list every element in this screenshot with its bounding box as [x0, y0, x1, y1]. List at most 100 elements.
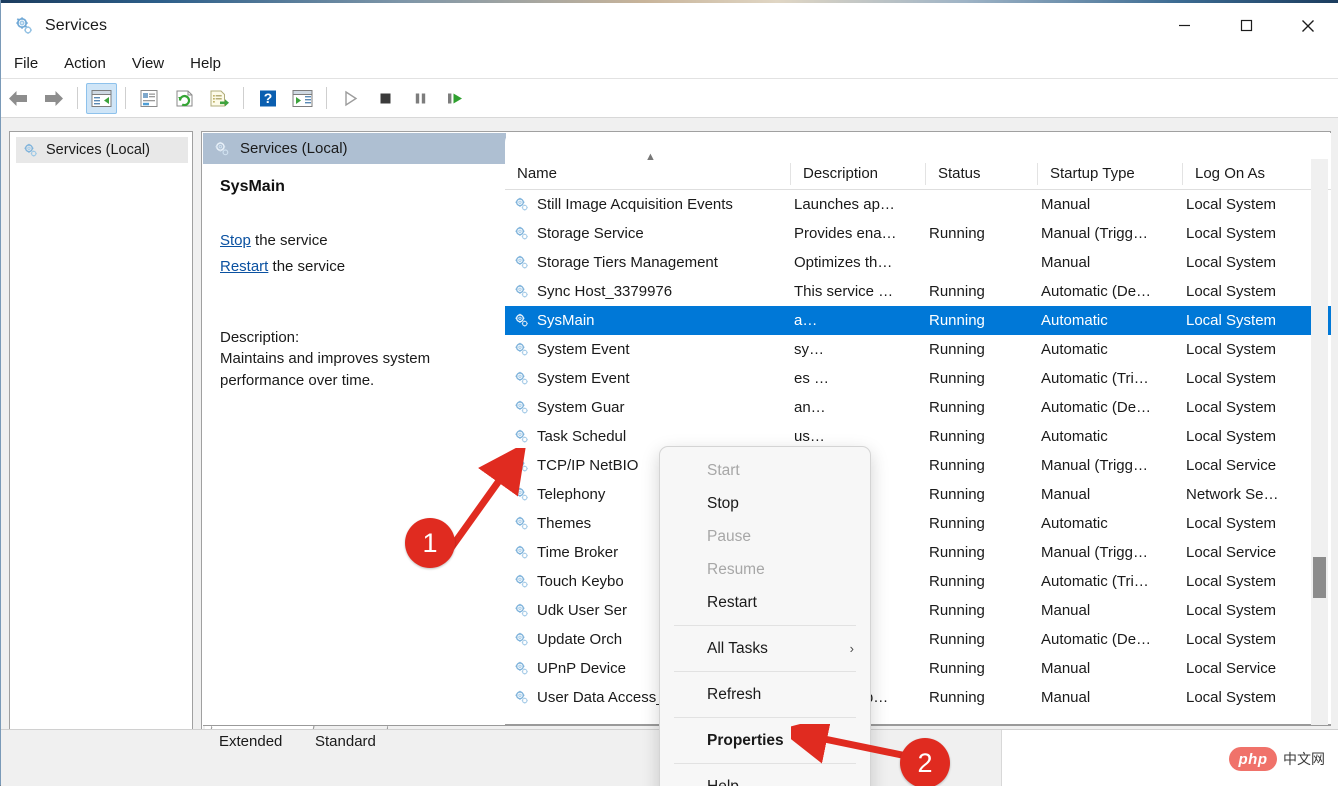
cell-log-on-as: Local System [1182, 196, 1322, 213]
column-header-status[interactable]: Status [925, 163, 1037, 185]
application-window: Services File Action View Help [0, 0, 1338, 786]
menu-help[interactable]: Help [177, 52, 234, 75]
services-gear-icon [22, 142, 39, 159]
context-menu-item-restart[interactable]: Restart [660, 586, 870, 619]
restart-service-button[interactable] [440, 83, 471, 114]
stop-service-link[interactable]: Stop [220, 232, 251, 249]
column-header-name-label: Name [517, 165, 557, 182]
show-action-pane-button[interactable] [287, 83, 318, 114]
table-row[interactable]: Time Brokeres …RunningManual (Trigg…Loca… [505, 538, 1331, 567]
table-row[interactable]: Update OrchWi…RunningAutomatic (De…Local… [505, 625, 1331, 654]
cell-status: Running [925, 544, 1037, 561]
context-menu-item-help[interactable]: Help [660, 770, 870, 786]
cell-name: Storage Service [505, 225, 790, 242]
cell-log-on-as: Local System [1182, 312, 1322, 329]
vertical-scrollbar[interactable] [1311, 159, 1328, 725]
cell-name-label: Sync Host_3379976 [537, 283, 672, 300]
cell-description: a… [790, 312, 925, 329]
table-row[interactable]: Udk User Seroo…RunningManualLocal System [505, 596, 1331, 625]
cell-name: Still Image Acquisition Events [505, 196, 790, 213]
cell-name: Task Schedul [505, 428, 790, 445]
column-header-name[interactable]: Name ▲ [505, 163, 790, 185]
table-row[interactable]: System Guaran…RunningAutomatic (De…Local… [505, 393, 1331, 422]
cell-log-on-as: Local System [1182, 341, 1322, 358]
column-header-logon[interactable]: Log On As [1182, 163, 1322, 185]
services-gear-icon [213, 140, 231, 158]
table-row[interactable]: User Data Access_3379976Provides ap…Runn… [505, 683, 1331, 712]
cell-startup-type: Manual [1037, 196, 1182, 213]
restart-service-link[interactable]: Restart [220, 258, 268, 275]
table-row[interactable]: System Eventes …RunningAutomatic (Tri…Lo… [505, 364, 1331, 393]
refresh-button[interactable] [169, 83, 200, 114]
table-row[interactable]: Themesse…RunningAutomaticLocal System [505, 509, 1331, 538]
table-row[interactable]: System Eventsy…RunningAutomaticLocal Sys… [505, 335, 1331, 364]
cell-name: Storage Tiers Management [505, 254, 790, 271]
table-row[interactable]: TCP/IP NetBIOup…RunningManual (Trigg…Loc… [505, 451, 1331, 480]
context-menu-item-label: Start [707, 462, 740, 480]
table-row[interactable]: Storage ServiceProvides ena…RunningManua… [505, 219, 1331, 248]
context-menu-separator [674, 717, 856, 718]
show-hide-console-tree-button[interactable] [86, 83, 117, 114]
context-menu-item-all-tasks[interactable]: All Tasks› [660, 632, 870, 665]
tab-extended-label: Extended [219, 733, 282, 750]
service-context-menu[interactable]: StartStopPauseResumeRestartAll Tasks›Ref… [659, 446, 871, 786]
menu-action[interactable]: Action [51, 52, 119, 75]
services-gear-icon [513, 457, 530, 474]
services-gear-icon [513, 283, 530, 300]
table-row[interactable]: Still Image Acquisition EventsLaunches a… [505, 190, 1331, 219]
close-button[interactable] [1277, 3, 1338, 48]
export-list-button[interactable] [204, 83, 235, 114]
cell-status: Running [925, 515, 1037, 532]
properties-button[interactable] [134, 83, 165, 114]
cell-name-label: Storage Service [537, 225, 644, 242]
detail-service-name: SysMain [220, 178, 490, 196]
cell-startup-type: Automatic [1037, 341, 1182, 358]
cell-status: Running [925, 428, 1037, 445]
pause-service-button[interactable] [405, 83, 436, 114]
table-row[interactable]: Storage Tiers ManagementOptimizes th…Man… [505, 248, 1331, 277]
cell-log-on-as: Local System [1182, 573, 1322, 590]
table-row[interactable]: UPnP DevicenP …RunningManualLocal Servic… [505, 654, 1331, 683]
context-menu-item-label: Help [707, 778, 739, 786]
table-row[interactable]: Touch Keyboou…RunningAutomatic (Tri…Loca… [505, 567, 1331, 596]
forward-button[interactable] [38, 83, 69, 114]
back-button[interactable] [3, 83, 34, 114]
table-row[interactable]: SysMaina…RunningAutomaticLocal System [505, 306, 1331, 335]
menu-view[interactable]: View [119, 52, 177, 75]
detail-description-text: Maintains and improves system performanc… [220, 348, 490, 391]
cell-name-label: Themes [537, 515, 591, 532]
context-menu-item-properties[interactable]: Properties [660, 724, 870, 757]
cell-status: Running [925, 399, 1037, 416]
maximize-button[interactable] [1215, 3, 1277, 48]
cell-name-label: Task Schedul [537, 428, 626, 445]
help-button[interactable]: ? [252, 83, 283, 114]
scrollbar-thumb[interactable] [1313, 557, 1326, 598]
toolbar-separator-3 [243, 87, 244, 109]
column-header-description[interactable]: Description [790, 163, 925, 185]
table-row[interactable]: Task Schedulus…RunningAutomaticLocal Sys… [505, 422, 1331, 451]
table-row[interactable]: Telephonyel…RunningManualNetwork Se… [505, 480, 1331, 509]
menu-file[interactable]: File [1, 52, 51, 75]
services-gear-icon [513, 660, 530, 677]
column-header-startup[interactable]: Startup Type [1037, 163, 1182, 185]
services-gear-icon [513, 631, 530, 648]
sidebar-item-services-local[interactable]: Services (Local) [16, 137, 188, 163]
context-menu-item-stop[interactable]: Stop [660, 487, 870, 520]
cell-log-on-as: Local System [1182, 399, 1322, 416]
window-controls [1153, 3, 1338, 48]
table-row[interactable]: Sync Host_3379976This service …RunningAu… [505, 277, 1331, 306]
cell-log-on-as: Network Se… [1182, 486, 1322, 503]
restart-service-link-row: Restart the service [220, 254, 490, 280]
minimize-button[interactable] [1153, 3, 1215, 48]
cell-status: Running [925, 486, 1037, 503]
services-list-rows[interactable]: Still Image Acquisition EventsLaunches a… [505, 190, 1331, 726]
cell-startup-type: Automatic (Tri… [1037, 370, 1182, 387]
service-detail-pane: SysMain Stop the service Restart the ser… [203, 164, 506, 726]
context-menu-item-refresh[interactable]: Refresh [660, 678, 870, 711]
stop-service-button[interactable] [370, 83, 401, 114]
cell-name: SysMain [505, 312, 790, 329]
context-menu-separator [674, 625, 856, 626]
toolbar-separator-4 [326, 87, 327, 109]
start-service-button[interactable] [335, 83, 366, 114]
cell-log-on-as: Local System [1182, 254, 1322, 271]
